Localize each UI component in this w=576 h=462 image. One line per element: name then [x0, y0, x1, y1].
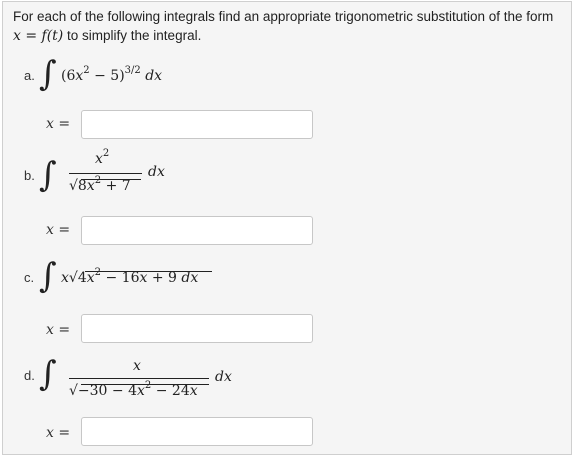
- fraction-bar: [69, 173, 142, 174]
- problem-b-denominator: √8x2 + 7: [69, 175, 131, 195]
- problem-a-label: a.: [24, 68, 35, 83]
- problem-d-numerator: x: [133, 358, 141, 374]
- problem-a-integrand: (6x2 − 5)3/2 dx: [61, 65, 163, 85]
- problem-c-integrand: x√4x2 − 16x + 9 dx: [61, 267, 199, 287]
- problem-c-label: c.: [24, 270, 35, 285]
- problem-d-differential: dx: [215, 369, 232, 385]
- problem-d-denominator: √−30 − 4x2 − 24x: [69, 380, 198, 400]
- problem-b-numerator: x2: [95, 148, 110, 168]
- sqrt-bar: [85, 271, 212, 272]
- answer-c-label: x =: [46, 322, 71, 338]
- integral-sign: ∫: [39, 256, 57, 296]
- answer-d-label: x =: [46, 425, 71, 441]
- sqrt-bar: [81, 384, 209, 385]
- integral-sign: ∫: [39, 354, 57, 394]
- answer-c-input[interactable]: [81, 314, 313, 343]
- substitution-formula: x = f(t): [13, 28, 64, 44]
- sqrt-bar: [81, 179, 141, 180]
- answer-b-input[interactable]: [81, 216, 313, 245]
- question-panel: For each of the following integrals find…: [2, 1, 572, 455]
- problem-b-label: b.: [24, 168, 35, 183]
- instructions-text: For each of the following integrals find…: [13, 9, 554, 44]
- answer-b-label: x =: [46, 222, 71, 238]
- problem-b-differential: dx: [148, 164, 165, 180]
- answer-a-input[interactable]: [81, 110, 313, 139]
- problem-d-label: d.: [24, 368, 35, 383]
- answer-a-label: x =: [46, 116, 71, 132]
- integral-sign: ∫: [39, 155, 57, 195]
- fraction-bar: [69, 378, 209, 379]
- integral-sign: ∫: [39, 54, 57, 94]
- answer-d-input[interactable]: [81, 417, 313, 446]
